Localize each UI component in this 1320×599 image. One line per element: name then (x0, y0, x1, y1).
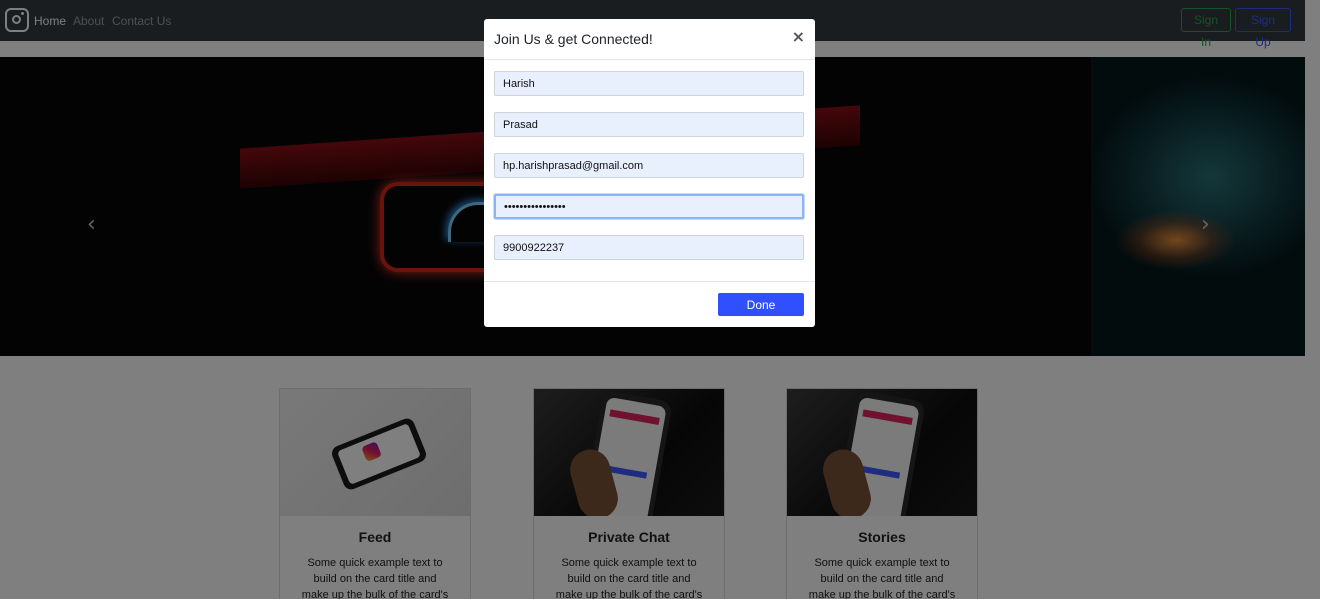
modal-footer: Done (484, 281, 815, 327)
close-icon[interactable]: × (792, 27, 805, 46)
password-field[interactable] (494, 194, 804, 219)
email-field[interactable] (494, 153, 804, 178)
signup-modal: Join Us & get Connected! × Done (484, 19, 815, 327)
phone-field[interactable] (494, 235, 804, 260)
last-name-field[interactable] (494, 112, 804, 137)
first-name-field[interactable] (494, 71, 804, 96)
modal-title: Join Us & get Connected! (494, 31, 653, 47)
modal-header: Join Us & get Connected! × (484, 19, 815, 60)
done-button[interactable]: Done (718, 293, 804, 316)
